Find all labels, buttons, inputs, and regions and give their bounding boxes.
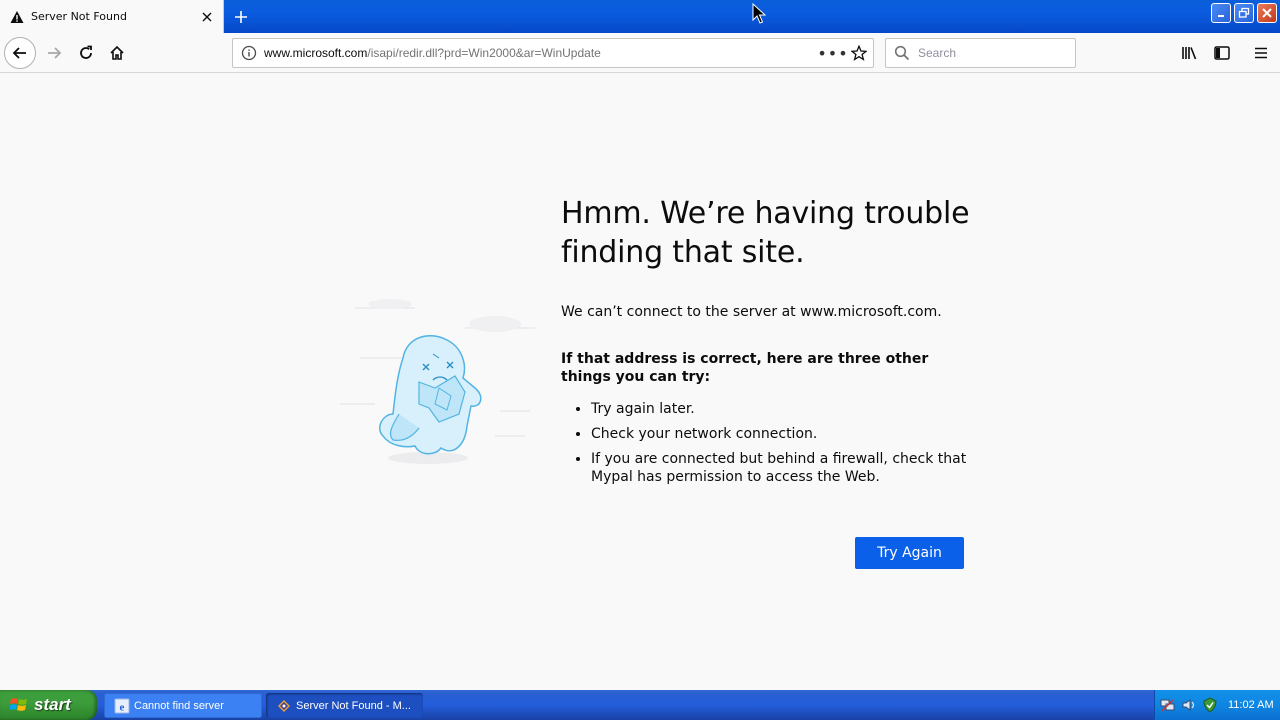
- sidebar-toggle-button[interactable]: [1206, 37, 1238, 69]
- taskbar-item-label: Cannot find server: [134, 699, 224, 712]
- title-bar: Server Not Found: [0, 0, 1280, 33]
- tab-close-icon[interactable]: [199, 9, 215, 25]
- mypal-icon: [276, 698, 292, 714]
- error-page: Hmm. We’re having trouble finding that s…: [0, 74, 1280, 690]
- taskbar-item-server-not-found[interactable]: Server Not Found - M...: [266, 693, 423, 718]
- try-again-button[interactable]: Try Again: [855, 537, 964, 569]
- clock: 11:02 AM: [1228, 699, 1274, 711]
- site-info-icon[interactable]: [241, 45, 257, 61]
- tab-title: Server Not Found: [31, 10, 127, 23]
- svg-text:e: e: [120, 701, 125, 713]
- reload-button[interactable]: [70, 37, 102, 69]
- list-item: Try again later.: [591, 400, 971, 418]
- tab-server-not-found[interactable]: Server Not Found: [0, 0, 224, 33]
- start-label: start: [34, 695, 71, 714]
- address-bar[interactable]: www.microsoft.com/isapi/redir.dll?prd=Wi…: [232, 38, 874, 68]
- search-bar[interactable]: [885, 38, 1076, 68]
- forward-button[interactable]: [38, 37, 70, 69]
- page-actions-icon[interactable]: •••: [817, 44, 847, 63]
- error-heading: Hmm. We’re having trouble finding that s…: [561, 196, 970, 270]
- url-path: /isapi/redir.dll?prd=Win2000&ar=WinUpdat…: [367, 46, 601, 60]
- system-tray: 11:02 AM: [1154, 690, 1280, 720]
- list-item: If you are connected but behind a firewa…: [591, 450, 971, 486]
- security-icon[interactable]: [1202, 697, 1218, 713]
- menu-button[interactable]: [1245, 37, 1277, 69]
- url-host: www.microsoft.com: [264, 46, 368, 60]
- ie-icon: e: [114, 698, 130, 714]
- bookmark-star-icon[interactable]: [845, 45, 873, 61]
- network-icon[interactable]: [1160, 697, 1176, 713]
- start-button[interactable]: start: [0, 690, 97, 720]
- sad-cloud-illustration: [340, 299, 535, 464]
- mouse-cursor-icon: [752, 3, 766, 24]
- restore-button[interactable]: [1234, 3, 1254, 23]
- volume-icon[interactable]: [1181, 697, 1197, 713]
- navigation-toolbar: www.microsoft.com/isapi/redir.dll?prd=Wi…: [0, 33, 1280, 73]
- library-button[interactable]: [1174, 37, 1206, 69]
- back-button[interactable]: [4, 37, 36, 69]
- error-description: We can’t connect to the server at www.mi…: [561, 304, 942, 320]
- suggestions-list: Try again later. Check your network conn…: [561, 400, 971, 486]
- close-window-button[interactable]: [1257, 3, 1277, 23]
- search-input[interactable]: [918, 46, 1068, 60]
- home-button[interactable]: [101, 37, 133, 69]
- taskbar-item-cannot-find-server[interactable]: e Cannot find server: [104, 693, 262, 718]
- url-text: www.microsoft.com/isapi/redir.dll?prd=Wi…: [264, 46, 821, 60]
- warning-icon: [10, 10, 24, 24]
- minimize-button[interactable]: [1211, 3, 1231, 23]
- taskbar-item-label: Server Not Found - M...: [296, 699, 411, 712]
- new-tab-button[interactable]: [230, 6, 252, 28]
- windows-logo-icon: [10, 696, 28, 714]
- suggestions-heading: If that address is correct, here are thr…: [561, 351, 929, 385]
- taskbar: start e Cannot find server Server Not Fo…: [0, 690, 1280, 720]
- search-icon: [894, 45, 910, 61]
- list-item: Check your network connection.: [591, 425, 971, 443]
